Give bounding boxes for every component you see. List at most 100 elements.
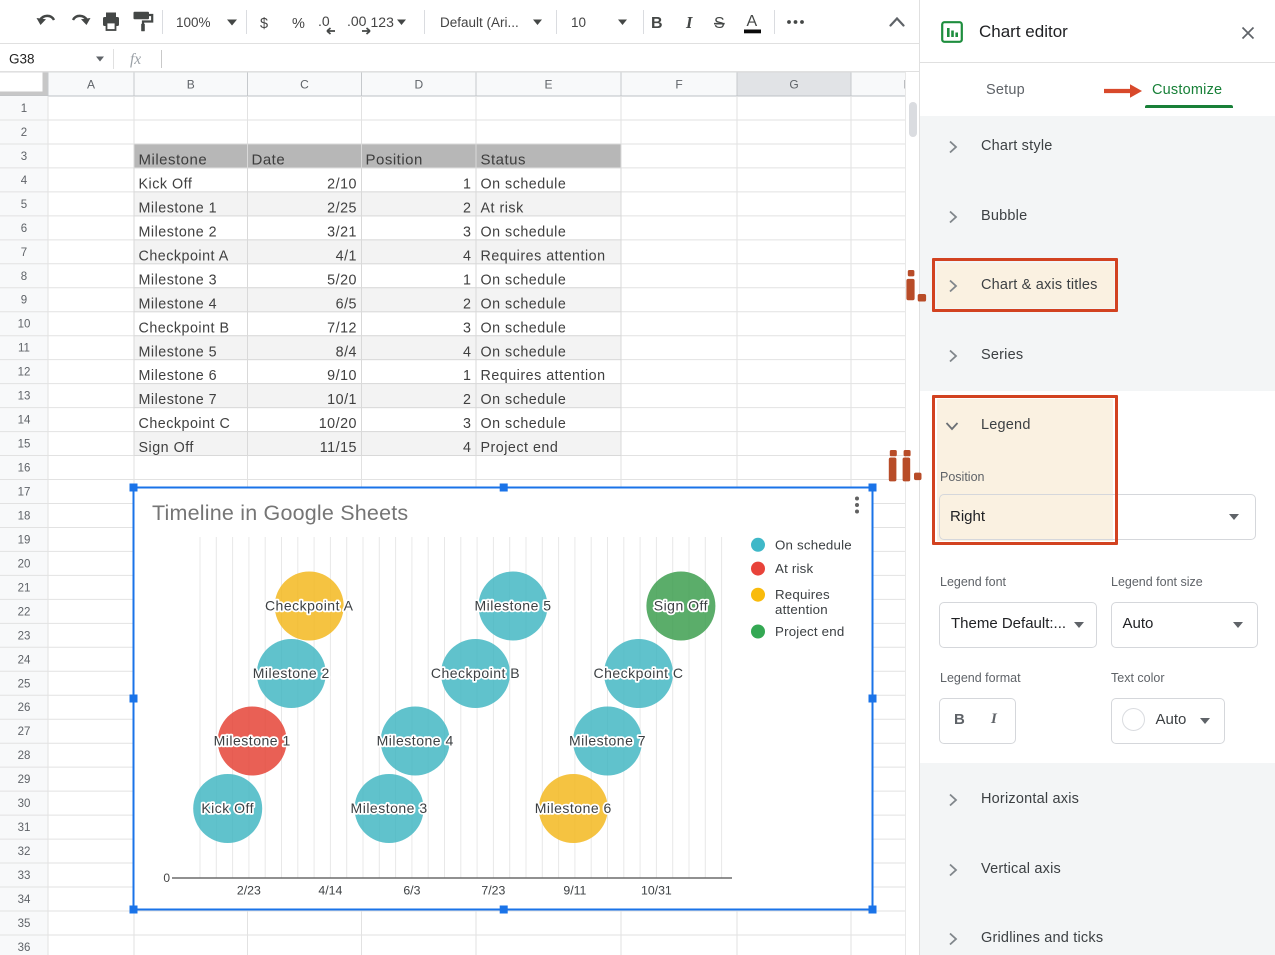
svg-text:24: 24 (18, 654, 31, 666)
svg-text:4: 4 (463, 344, 471, 360)
svg-text:123: 123 (371, 14, 395, 30)
svg-text:11: 11 (18, 343, 30, 355)
svg-text:4: 4 (463, 440, 471, 456)
svg-text:9/10: 9/10 (327, 368, 357, 384)
svg-text:15: 15 (18, 439, 31, 451)
svg-text:S: S (714, 15, 725, 32)
svg-text:F: F (675, 78, 682, 92)
svg-text:Position: Position (366, 152, 423, 169)
svg-text:At risk: At risk (481, 200, 525, 216)
svg-text:35: 35 (18, 918, 31, 930)
svg-text:7/12: 7/12 (327, 320, 357, 336)
svg-text:fx: fx (130, 51, 141, 68)
svg-text:Milestone 4: Milestone 4 (139, 296, 218, 312)
svg-text:A: A (747, 13, 758, 30)
svg-text:19: 19 (18, 534, 31, 546)
svg-text:4: 4 (463, 248, 471, 264)
svg-text:12: 12 (18, 367, 31, 379)
svg-text:17: 17 (18, 487, 31, 499)
svg-text:G: G (789, 78, 798, 92)
svg-text:B: B (187, 78, 195, 92)
svg-text:1: 1 (463, 177, 471, 193)
svg-text:B: B (651, 15, 663, 32)
svg-text:Milestone: Milestone (139, 152, 208, 169)
svg-text:Checkpoint B: Checkpoint B (139, 320, 230, 336)
svg-text:Kick Off: Kick Off (139, 177, 193, 193)
svg-text:.0: .0 (318, 13, 330, 29)
svg-text:29: 29 (18, 774, 31, 786)
svg-text:2/25: 2/25 (327, 200, 357, 216)
svg-text:%: % (292, 16, 305, 32)
svg-text:20: 20 (18, 558, 31, 570)
svg-text:100%: 100% (176, 15, 211, 30)
svg-text:21: 21 (18, 582, 31, 594)
svg-text:34: 34 (18, 894, 31, 906)
svg-text:8/4: 8/4 (336, 344, 357, 360)
svg-text:2/10: 2/10 (327, 177, 357, 193)
svg-text:Milestone 1: Milestone 1 (214, 733, 291, 749)
svg-text:4: 4 (21, 175, 28, 187)
svg-text:2: 2 (463, 296, 471, 312)
svg-text:Sign Off: Sign Off (654, 598, 708, 614)
svg-text:Milestone 6: Milestone 6 (139, 368, 218, 384)
svg-text:6/3: 6/3 (403, 884, 420, 898)
svg-text:On schedule: On schedule (481, 344, 567, 360)
svg-text:2/23: 2/23 (237, 884, 261, 898)
svg-text:10/31: 10/31 (641, 884, 672, 898)
svg-text:attention: attention (775, 602, 828, 617)
svg-text:14: 14 (18, 415, 31, 427)
svg-text:Kick Off: Kick Off (201, 800, 254, 816)
svg-text:23: 23 (18, 630, 31, 642)
svg-text:18: 18 (18, 511, 31, 523)
svg-text:11/15: 11/15 (320, 440, 357, 456)
svg-text:Checkpoint A: Checkpoint A (265, 598, 354, 614)
svg-text:32: 32 (18, 846, 31, 858)
svg-text:27: 27 (18, 726, 31, 738)
svg-text:Project end: Project end (481, 440, 559, 456)
svg-text:I: I (685, 13, 693, 32)
svg-text:1: 1 (463, 272, 471, 288)
svg-text:10: 10 (571, 15, 586, 30)
svg-text:31: 31 (18, 822, 31, 834)
svg-text:Milestone 5: Milestone 5 (474, 598, 551, 614)
svg-text:Checkpoint C: Checkpoint C (139, 416, 231, 432)
svg-text:10/1: 10/1 (327, 392, 357, 408)
svg-text:On schedule: On schedule (481, 392, 567, 408)
svg-text:Milestone 3: Milestone 3 (139, 272, 218, 288)
svg-text:Milestone 1: Milestone 1 (139, 200, 218, 216)
svg-text:On schedule: On schedule (481, 177, 567, 193)
svg-text:6/5: 6/5 (336, 296, 357, 312)
svg-text:On schedule: On schedule (481, 320, 567, 336)
svg-text:Checkpoint A: Checkpoint A (139, 248, 229, 264)
svg-text:33: 33 (18, 870, 31, 882)
svg-text:10: 10 (18, 319, 31, 331)
svg-text:2: 2 (463, 392, 471, 408)
svg-text:3: 3 (463, 416, 471, 432)
svg-text:Milestone 2: Milestone 2 (253, 665, 330, 681)
svg-text:On schedule: On schedule (775, 537, 852, 552)
svg-text:On schedule: On schedule (481, 224, 567, 240)
svg-text:1: 1 (463, 368, 471, 384)
svg-text:At risk: At risk (775, 561, 813, 576)
svg-text:7/23: 7/23 (481, 884, 505, 898)
svg-text:Checkpoint C: Checkpoint C (593, 665, 683, 681)
svg-text:Milestone 7: Milestone 7 (139, 392, 218, 408)
svg-text:22: 22 (18, 606, 31, 618)
svg-text:Sign Off: Sign Off (139, 440, 194, 456)
svg-text:E: E (544, 78, 552, 92)
svg-text:16: 16 (18, 463, 31, 475)
svg-text:9: 9 (21, 295, 27, 307)
svg-text:Status: Status (481, 152, 527, 169)
svg-text:$: $ (260, 16, 268, 32)
svg-text:Milestone 4: Milestone 4 (377, 733, 454, 749)
svg-text:Requires attention: Requires attention (481, 368, 606, 384)
svg-text:G38: G38 (9, 52, 35, 67)
svg-text:6: 6 (21, 223, 27, 235)
svg-text:3/21: 3/21 (327, 224, 357, 240)
svg-text:Milestone 7: Milestone 7 (569, 733, 646, 749)
svg-text:0: 0 (163, 871, 170, 885)
svg-text:2: 2 (463, 200, 471, 216)
svg-text:On schedule: On schedule (481, 272, 567, 288)
svg-text:Checkpoint B: Checkpoint B (431, 665, 520, 681)
svg-text:Date: Date (252, 152, 286, 169)
